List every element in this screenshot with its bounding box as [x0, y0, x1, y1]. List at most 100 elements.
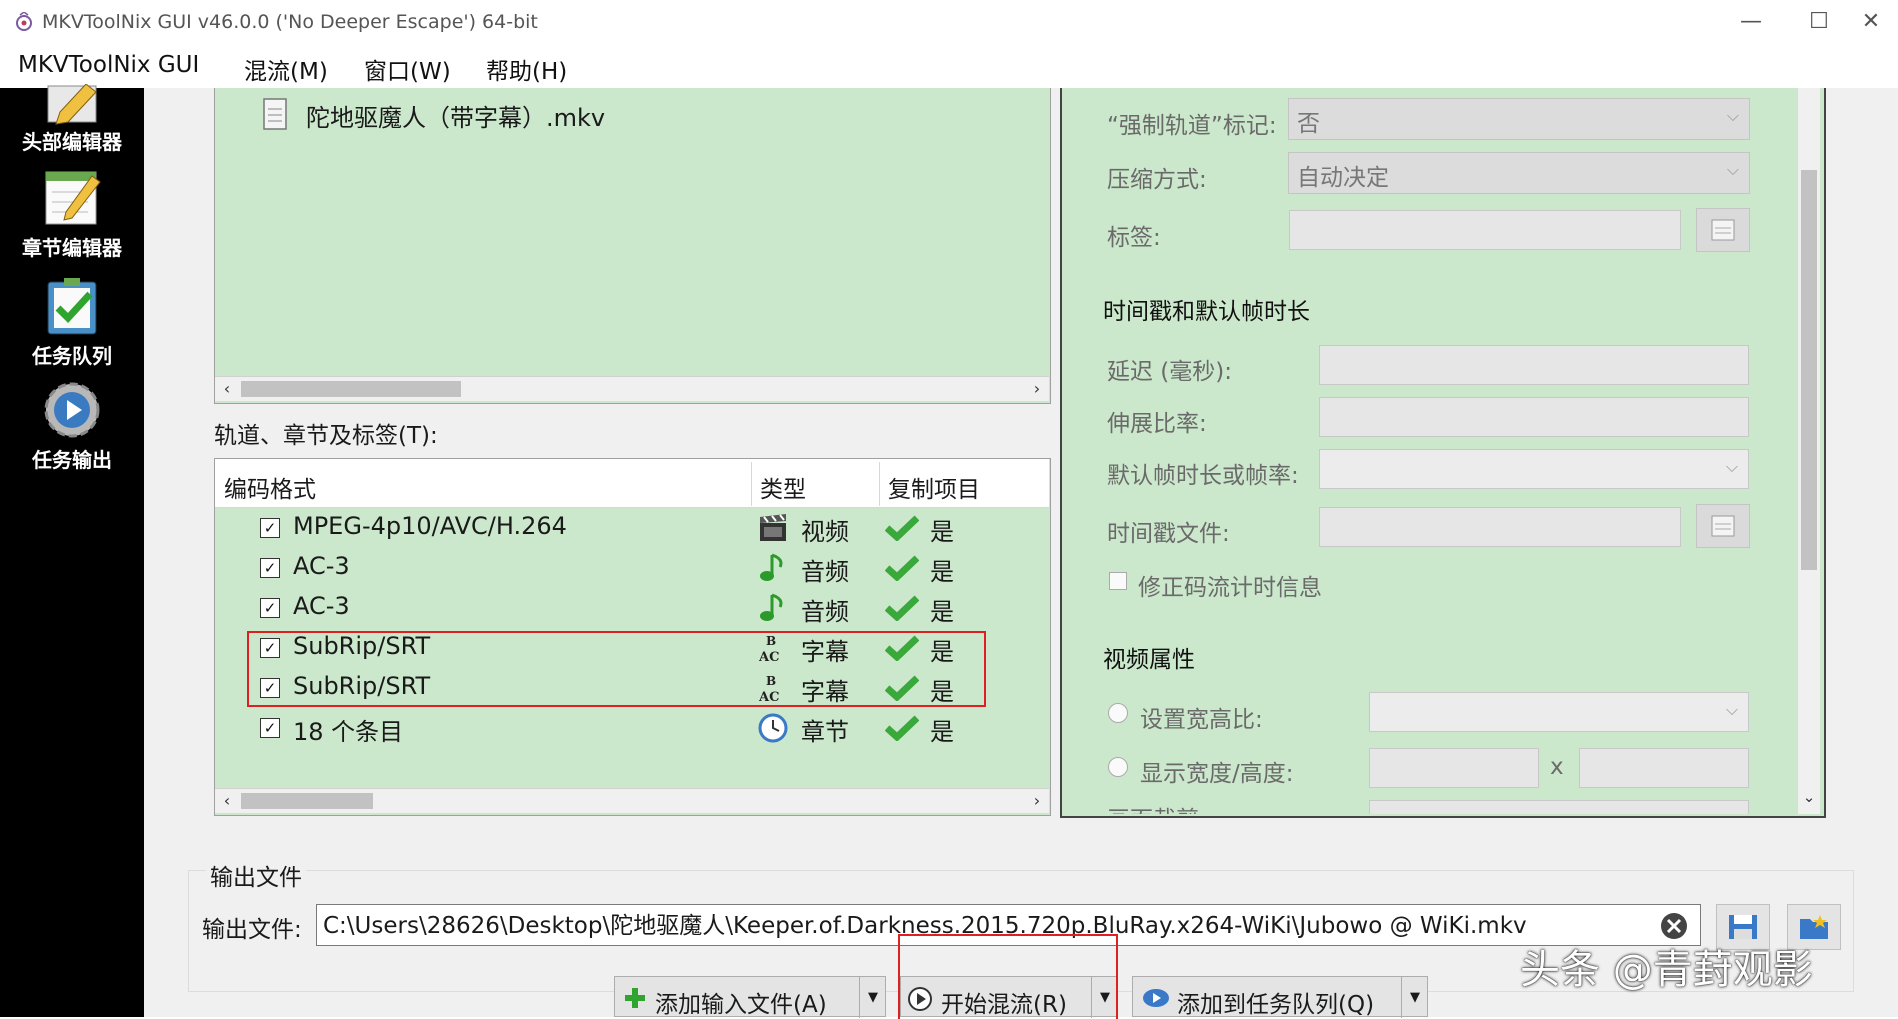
fix-bitstream-label: 修正码流计时信息 — [1138, 575, 1322, 601]
aspect-ratio-combo[interactable]: ⌵ — [1369, 692, 1749, 732]
track-codec: AC-3 — [293, 552, 350, 580]
add-input-files-button[interactable]: 添加输入文件(A) ▼ — [614, 976, 886, 1018]
delay-input[interactable] — [1319, 345, 1749, 385]
tags-browse-button[interactable] — [1696, 208, 1750, 252]
menu-window[interactable]: 窗口(W) — [364, 52, 451, 86]
sidebar-item-job-queue[interactable]: 任务队列 — [0, 274, 144, 372]
tags-label: 标签: — [1107, 225, 1161, 251]
scroll-down-icon[interactable]: ⌄ — [1798, 788, 1820, 810]
track-row[interactable]: ✓ 18 个条目 章节 是 — [215, 708, 1049, 748]
menu-help[interactable]: 帮助(H) — [486, 52, 567, 86]
music-note-icon — [760, 553, 783, 581]
track-type: 音频 — [801, 598, 849, 626]
queue-icon — [1143, 989, 1169, 1007]
timestamp-file-label: 时间戳文件: — [1107, 521, 1230, 547]
cropping-input[interactable] — [1369, 800, 1749, 814]
track-row[interactable]: ✓ AC-3 音频 是 — [215, 588, 1049, 628]
track-type: 章节 — [801, 718, 849, 746]
add-input-dropdown-icon[interactable]: ▼ — [859, 977, 886, 1018]
cropping-row-clip: 画面裁剪: — [1062, 798, 1796, 814]
display-height-input[interactable] — [1579, 748, 1749, 788]
track-codec: 18 个条目 — [293, 718, 404, 746]
display-size-radio[interactable] — [1108, 757, 1128, 777]
properties-scrollbar[interactable]: ⌄ — [1798, 88, 1820, 814]
clock-icon — [758, 713, 788, 743]
default-duration-label: 默认帧时长或帧率: — [1107, 463, 1299, 489]
chevron-down-icon: ⌵ — [1726, 160, 1739, 179]
compression-select[interactable]: 自动决定 ⌵ — [1288, 152, 1750, 194]
track-codec: MPEG-4p10/AVC/H.264 — [293, 512, 567, 540]
check-icon — [885, 555, 919, 581]
menu-mux[interactable]: 混流(M) — [244, 52, 328, 86]
sidebar-item-chapter-editor[interactable]: 章节编辑器 — [0, 166, 144, 264]
dimension-separator: x — [1550, 754, 1564, 780]
film-icon — [760, 514, 786, 541]
scroll-right-icon[interactable]: › — [1025, 377, 1049, 401]
track-copy: 是 — [930, 518, 954, 546]
window-title: MKVToolNix GUI v46.0.0 ('No Deeper Escap… — [42, 11, 538, 33]
notepad-icon — [45, 171, 101, 225]
forced-track-label: “强制轨道”标记: — [1107, 113, 1277, 139]
cropping-label: 画面裁剪: — [1107, 800, 1207, 814]
forced-track-value: 否 — [1297, 111, 1320, 137]
minimize-button[interactable]: — — [1726, 6, 1776, 38]
scroll-thumb[interactable] — [1801, 170, 1817, 570]
add-to-queue-label: 添加到任务队列(Q) — [1177, 992, 1375, 1018]
aspect-ratio-radio[interactable] — [1108, 703, 1128, 723]
track-type: 音频 — [801, 558, 849, 586]
check-icon — [885, 595, 919, 621]
source-files-list[interactable] — [214, 88, 1051, 404]
track-checkbox[interactable]: ✓ — [260, 718, 280, 738]
clear-icon[interactable] — [1660, 912, 1688, 940]
track-row[interactable]: ✓ AC-3 音频 是 — [215, 548, 1049, 588]
menu-mkvtoolnix[interactable]: MKVToolNix GUI — [18, 52, 199, 78]
tags-input[interactable] — [1289, 210, 1681, 250]
default-duration-combo[interactable]: ⌵ — [1319, 449, 1749, 489]
stretch-input[interactable] — [1319, 397, 1749, 437]
sidebar-item-header-editor[interactable]: 头部编辑器 — [0, 84, 144, 154]
display-width-input[interactable] — [1369, 748, 1539, 788]
maximize-button[interactable]: ☐ — [1794, 6, 1844, 38]
sidebar-item-job-output[interactable]: 任务输出 — [0, 380, 144, 478]
track-codec: AC-3 — [293, 592, 350, 620]
forced-track-select[interactable]: 否 ⌵ — [1288, 98, 1750, 140]
track-copy: 是 — [930, 558, 954, 586]
column-header-type[interactable]: 类型 — [760, 470, 806, 504]
sidebar-label-job-queue: 任务队列 — [32, 344, 112, 368]
scroll-right-icon[interactable]: › — [1025, 789, 1049, 813]
track-type: 视频 — [801, 518, 849, 546]
column-header-codec[interactable]: 编码格式 — [224, 470, 316, 504]
file-list-scrollbar[interactable]: ‹ › — [215, 376, 1049, 401]
compression-label: 压缩方式: — [1107, 167, 1207, 193]
scroll-thumb[interactable] — [241, 381, 461, 397]
tracks-scrollbar[interactable]: ‹ › — [215, 788, 1049, 813]
track-copy: 是 — [930, 718, 954, 746]
column-header-copy[interactable]: 复制项目 — [888, 470, 980, 504]
file-list-item[interactable]: 陀地驱魔人（带字幕）.mkv — [306, 98, 605, 133]
output-group-title: 输出文件 — [206, 858, 306, 892]
highlight-start-mux — [898, 934, 1118, 1019]
sidebar-label-chapter-editor: 章节编辑器 — [22, 236, 122, 260]
delay-label: 延迟 (毫秒): — [1107, 359, 1233, 385]
output-file-label: 输出文件: — [202, 917, 302, 943]
fix-bitstream-checkbox[interactable] — [1109, 572, 1127, 590]
track-checkbox[interactable]: ✓ — [260, 558, 280, 578]
check-icon — [885, 515, 919, 541]
timestamp-file-input[interactable] — [1319, 507, 1681, 547]
clipboard-check-icon — [47, 278, 97, 335]
timestamp-file-browse-button[interactable] — [1696, 504, 1750, 548]
compression-value: 自动决定 — [1297, 165, 1389, 191]
add-queue-dropdown-icon[interactable]: ▼ — [1401, 977, 1428, 1018]
gear-play-icon — [44, 382, 100, 438]
scroll-thumb[interactable] — [241, 793, 373, 809]
scroll-left-icon[interactable]: ‹ — [215, 789, 239, 813]
music-note-icon — [760, 593, 783, 621]
scroll-left-icon[interactable]: ‹ — [215, 377, 239, 401]
track-checkbox[interactable]: ✓ — [260, 518, 280, 538]
browse-file-icon — [1711, 219, 1735, 241]
add-to-queue-button[interactable]: 添加到任务队列(Q) ▼ — [1132, 976, 1428, 1018]
track-checkbox[interactable]: ✓ — [260, 598, 280, 618]
close-button[interactable]: ✕ — [1846, 6, 1896, 38]
track-row[interactable]: ✓ MPEG-4p10/AVC/H.264 视频 是 — [215, 508, 1049, 548]
browse-file-icon — [1711, 515, 1735, 537]
